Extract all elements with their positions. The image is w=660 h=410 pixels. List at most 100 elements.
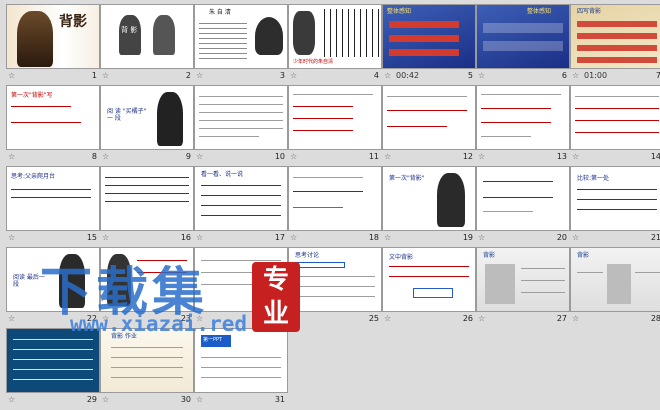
slide-preview: 第一PPT xyxy=(194,328,288,393)
star-icon: ☆ xyxy=(8,71,16,80)
slide-preview: 少年时代的朱自清 xyxy=(288,4,382,69)
slide-thumb-19[interactable]: 第一次"背影" ☆ 19 xyxy=(382,166,476,245)
slide-preview xyxy=(476,166,570,231)
slide-thumb-16[interactable]: ☆ 16 xyxy=(100,166,194,245)
slide-thumb-5[interactable]: 整体感知 ☆ 00:42 5 xyxy=(382,4,476,83)
slide-number: 13 xyxy=(556,152,567,161)
slide-thumb-2[interactable]: 背 影 ☆ 2 xyxy=(100,4,194,83)
slide-preview xyxy=(476,85,570,150)
slide-number: 5 xyxy=(467,71,473,80)
slide-number: 21 xyxy=(650,233,660,242)
slide-number: 4 xyxy=(373,71,379,80)
slide-number: 6 xyxy=(561,71,567,80)
slide-thumb-18[interactable]: ☆ 18 xyxy=(288,166,382,245)
slide-number: 29 xyxy=(86,395,97,404)
slide-number: 12 xyxy=(462,152,473,161)
slide-thumb-26[interactable]: 文中背影 ☆ 26 xyxy=(382,247,476,326)
star-icon: ☆ xyxy=(102,233,110,242)
slide-thumb-28[interactable]: 背影 ☆ 28 xyxy=(570,247,660,326)
slide-preview: 第一次"背影"写 xyxy=(6,85,100,150)
slide-title: 整体感知 xyxy=(387,8,412,15)
star-icon: ☆ xyxy=(290,314,298,323)
star-icon: ☆ xyxy=(196,152,204,161)
slide-thumb-31[interactable]: 第一PPT ☆ 31 xyxy=(194,328,288,407)
slide-title: 背影 xyxy=(577,252,590,259)
slide-thumb-8[interactable]: 第一次"背影"写 ☆ 8 xyxy=(6,85,100,164)
slide-thumb-21[interactable]: 比较:第一处 ☆ 21 xyxy=(570,166,660,245)
star-icon: ☆ xyxy=(8,395,16,404)
slide-title: 少年时代的朱自清 xyxy=(293,59,334,65)
slide-preview: 背影 xyxy=(6,4,100,69)
slide-thumb-4[interactable]: 少年时代的朱自清 ☆ 4 xyxy=(288,4,382,83)
slide-thumb-20[interactable]: ☆ 20 xyxy=(476,166,570,245)
slide-title: 背影 作业 xyxy=(111,333,137,340)
slide-thumb-27[interactable]: 背影 ☆ 27 xyxy=(476,247,570,326)
slide-thumb-10[interactable]: ☆ 10 xyxy=(194,85,288,164)
photo-figure xyxy=(17,11,53,67)
slide-thumb-30[interactable]: 背影 作业 ☆ 30 xyxy=(100,328,194,407)
star-icon: ☆ xyxy=(572,71,580,80)
slide-number: 16 xyxy=(180,233,191,242)
slide-number: 28 xyxy=(650,314,660,323)
slide-title: 整体感知 xyxy=(527,8,552,15)
slide-thumb-29[interactable]: ☆ 29 xyxy=(6,328,100,407)
slide-thumb-3[interactable]: 朱 自 清 ☆ 3 xyxy=(194,4,288,83)
photo-figure xyxy=(59,254,85,308)
slide-number: 3 xyxy=(279,71,285,80)
slide-preview: 思考讨论 xyxy=(288,247,382,312)
slide-thumb-1[interactable]: 背影 ☆ 1 xyxy=(6,4,100,83)
slide-title: 文中背影 xyxy=(389,254,414,261)
slide-preview: 文中背影 xyxy=(382,247,476,312)
slide-title: 阅读 最后一段 xyxy=(13,274,45,288)
slide-thumb-14[interactable]: ☆ 14 xyxy=(570,85,660,164)
star-icon: ☆ xyxy=(102,71,110,80)
star-icon: ☆ xyxy=(384,233,392,242)
slide-preview xyxy=(100,247,194,312)
slide-thumb-17[interactable]: 看一看、说一说 ☆ 17 xyxy=(194,166,288,245)
slide-number: 8 xyxy=(91,152,97,161)
slide-thumb-12[interactable]: ☆ 12 xyxy=(382,85,476,164)
star-icon: ☆ xyxy=(478,152,486,161)
slide-title: 朱 自 清 xyxy=(209,9,231,16)
photo-figure xyxy=(437,173,465,227)
slide-preview: 背 影 xyxy=(100,4,194,69)
slide-title: 背 影 xyxy=(121,26,138,34)
slide-number: 18 xyxy=(368,233,379,242)
slide-title: 比较:第一处 xyxy=(577,175,610,182)
slide-thumb-7[interactable]: 四写背影 ☆ 01:00 7 xyxy=(570,4,660,83)
star-icon: ☆ xyxy=(290,233,298,242)
slide-preview: 第一次"背影" xyxy=(382,166,476,231)
star-icon: ☆ xyxy=(384,71,392,80)
slide-thumb-25[interactable]: 思考讨论 ☆ 25 xyxy=(288,247,382,326)
star-icon: ☆ xyxy=(572,233,580,242)
star-icon: ☆ xyxy=(478,233,486,242)
slide-thumb-15[interactable]: 思考:父亲爬月台 ☆ 15 xyxy=(6,166,100,245)
slide-title: 第一次"背影"写 xyxy=(11,92,53,99)
star-icon: ☆ xyxy=(196,395,204,404)
slide-number: 23 xyxy=(180,314,191,323)
slide-thumb-13[interactable]: ☆ 13 xyxy=(476,85,570,164)
star-icon: ☆ xyxy=(290,71,298,80)
slide-number: 30 xyxy=(180,395,191,404)
slide-title: 第一PPT xyxy=(203,337,223,343)
slide-preview: 整体感知 xyxy=(476,4,570,69)
star-icon: ☆ xyxy=(8,314,16,323)
star-icon: ☆ xyxy=(196,71,204,80)
slide-title: 背影 xyxy=(59,14,87,30)
star-icon: ☆ xyxy=(384,314,392,323)
slide-number: 17 xyxy=(274,233,285,242)
slide-thumb-9[interactable]: 阅 读 "买橘子" 一 段 ☆ 9 xyxy=(100,85,194,164)
slide-thumb-22[interactable]: 阅读 最后一段 ☆ 22 xyxy=(6,247,100,326)
slide-preview: 背影 xyxy=(570,247,660,312)
slide-thumb-24[interactable]: ☆ 24 xyxy=(194,247,288,326)
slide-thumb-23[interactable]: ☆ 23 xyxy=(100,247,194,326)
slide-thumb-11[interactable]: ☆ 11 xyxy=(288,85,382,164)
slide-preview: 背影 xyxy=(476,247,570,312)
slide-thumb-6[interactable]: 整体感知 ☆ 6 xyxy=(476,4,570,83)
slide-number: 11 xyxy=(368,152,379,161)
star-icon: ☆ xyxy=(196,233,204,242)
slide-title: 第一次"背影" xyxy=(389,175,425,182)
star-icon: ☆ xyxy=(384,152,392,161)
slide-preview: 比较:第一处 xyxy=(570,166,660,231)
slide-preview xyxy=(194,247,288,312)
